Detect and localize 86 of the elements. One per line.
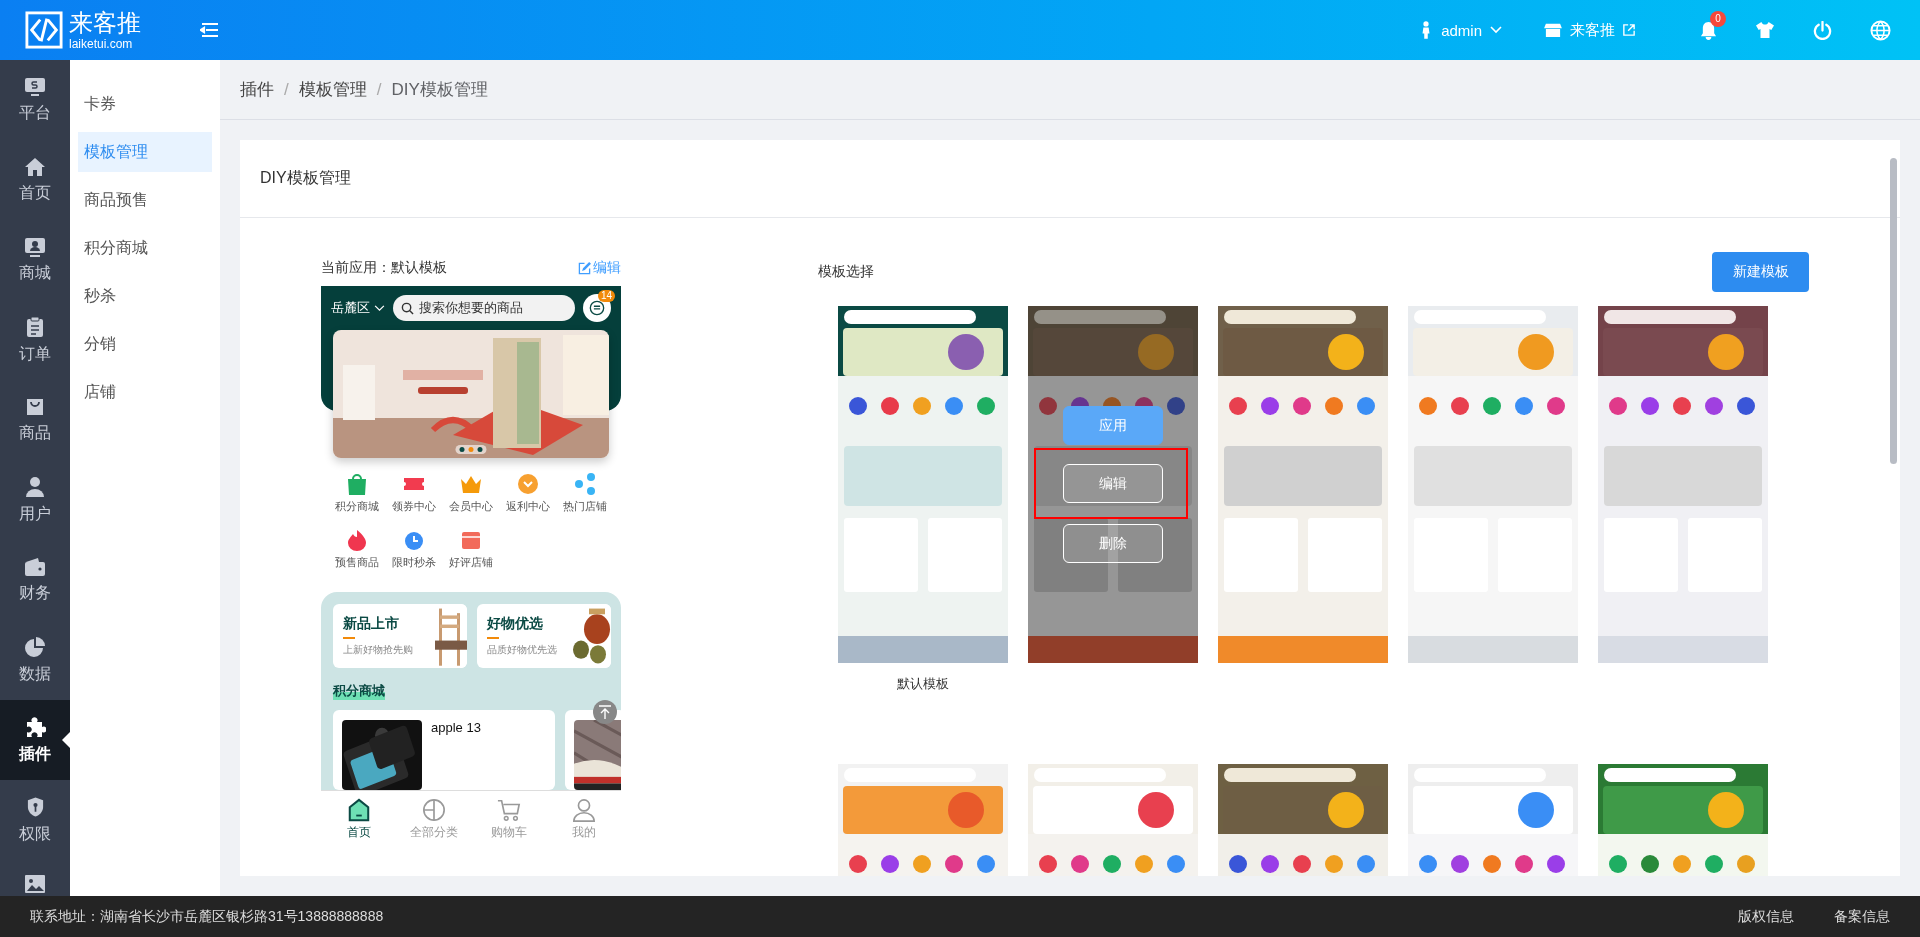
home-icon <box>24 156 46 177</box>
power-icon <box>1813 20 1832 40</box>
sidebar-item[interactable]: 订单 <box>0 300 70 380</box>
wallet-icon <box>24 556 46 577</box>
category-icon <box>421 798 446 822</box>
menu-icon[interactable] <box>200 22 220 38</box>
tab-item[interactable]: 首页 <box>321 791 396 848</box>
sidebar-item[interactable]: 平台 <box>0 60 70 140</box>
logo-title: 来客推 <box>69 10 141 35</box>
logo-icon <box>25 11 63 49</box>
breadcrumb-separator: / <box>284 79 289 100</box>
cart-icon <box>496 798 521 822</box>
submenu-item[interactable]: 商品预售 <box>78 180 212 220</box>
shortcut-label[interactable]: 积分商城 <box>335 499 380 514</box>
promo-card[interactable]: 新品上市 上新好物抢先购 <box>333 604 467 668</box>
carousel-dots <box>455 445 487 454</box>
back-to-top-button[interactable] <box>593 700 617 724</box>
arrow-up-icon <box>598 705 612 719</box>
message-badge: 14 <box>597 290 615 302</box>
user-icon <box>25 475 45 498</box>
breadcrumb-link[interactable]: 插件 <box>240 78 274 101</box>
submenu-item[interactable]: 积分商城 <box>78 228 212 268</box>
promo-subtitle: 品质好物优先选 <box>487 643 558 657</box>
product-card[interactable]: apple 13 <box>333 710 555 790</box>
product-name: apple 13 <box>431 720 481 737</box>
external-link-icon <box>1623 24 1635 36</box>
footer-link[interactable]: 备案信息 <box>1834 907 1890 926</box>
shortcut-label[interactable]: 领券中心 <box>392 499 437 514</box>
sidebar-item[interactable]: 首页 <box>0 140 70 220</box>
promo-card[interactable]: 好物优选 品质好物优先选 <box>477 604 611 668</box>
chevron-down-icon <box>374 304 385 312</box>
shortcut-label[interactable]: 好评店铺 <box>449 555 493 570</box>
search-field[interactable]: 搜索你想要的商品 <box>393 295 575 321</box>
notification-badge: 0 <box>1710 10 1726 27</box>
footer-link[interactable]: 版权信息 <box>1738 907 1794 926</box>
shortcut-label[interactable]: 限时秒杀 <box>392 555 437 570</box>
bell-icon <box>1700 20 1717 40</box>
shirt-icon <box>1755 21 1775 39</box>
monitor-icon <box>24 76 46 97</box>
chat-icon <box>589 300 605 316</box>
coin-icon <box>515 472 540 496</box>
promo-subtitle: 上新好物抢先购 <box>343 643 414 657</box>
location-selector[interactable]: 岳麓区 <box>331 299 385 317</box>
puzzle-icon <box>24 715 46 738</box>
clipboard-icon <box>26 315 44 338</box>
product-card[interactable] <box>565 710 621 790</box>
contact-card-icon <box>24 236 46 257</box>
submenu-item[interactable]: 店铺 <box>78 372 212 412</box>
sidebar-item[interactable]: 数据 <box>0 620 70 700</box>
shield-icon <box>25 795 45 818</box>
home-icon <box>346 798 371 822</box>
store-icon <box>1544 22 1562 38</box>
sidebar-item[interactable]: 插件 <box>0 700 70 780</box>
user-icon <box>571 798 596 822</box>
sidebar-item[interactable]: 用户 <box>0 460 70 540</box>
sidebar-item[interactable]: 商城 <box>0 220 70 300</box>
logo-subtitle: laiketui.com <box>69 37 134 50</box>
current-template-label: 当前应用：默认模板 <box>321 259 447 277</box>
globe-icon <box>1870 19 1891 41</box>
edit-icon <box>578 261 591 275</box>
card-title: DIY模板管理 <box>260 168 351 188</box>
sidebar-item[interactable]: 财务 <box>0 540 70 620</box>
shortcut-label[interactable]: 预售商品 <box>335 555 380 570</box>
share-icon <box>572 472 597 496</box>
sidebar-item[interactable]: 权限 <box>0 780 70 860</box>
chevron-down-icon <box>1490 26 1502 34</box>
breadcrumb-separator: / <box>376 79 382 100</box>
shortcut-label[interactable]: 热门店铺 <box>562 499 607 514</box>
shortcut-label[interactable]: 会员中心 <box>449 499 493 514</box>
pie-chart-icon <box>24 635 46 658</box>
breadcrumb-link[interactable]: DIY模板管理 <box>391 78 488 101</box>
template-name: 默认模板 <box>897 675 949 693</box>
section-title: 积分商城 <box>333 682 385 700</box>
sidebar-item[interactable]: 商品 <box>0 380 70 460</box>
submenu-item[interactable]: 分销 <box>78 324 212 364</box>
search-icon <box>401 301 414 315</box>
breadcrumb-link[interactable]: 模板管理 <box>298 78 367 101</box>
contact-address: 联系地址：湖南省长沙市岳麓区银杉路31号13888888888 <box>30 907 384 926</box>
scrollbar-thumb[interactable] <box>1890 158 1897 464</box>
shortcut-label[interactable]: 返利中心 <box>505 499 550 514</box>
promo-title: 好物优选 <box>487 615 544 633</box>
promo-title: 新品上市 <box>343 615 400 633</box>
submenu-item[interactable]: 秒杀 <box>78 276 212 316</box>
submenu-item[interactable]: 卡券 <box>78 84 212 124</box>
bag-icon <box>25 396 45 417</box>
section-title: 模板选择 <box>818 263 874 281</box>
